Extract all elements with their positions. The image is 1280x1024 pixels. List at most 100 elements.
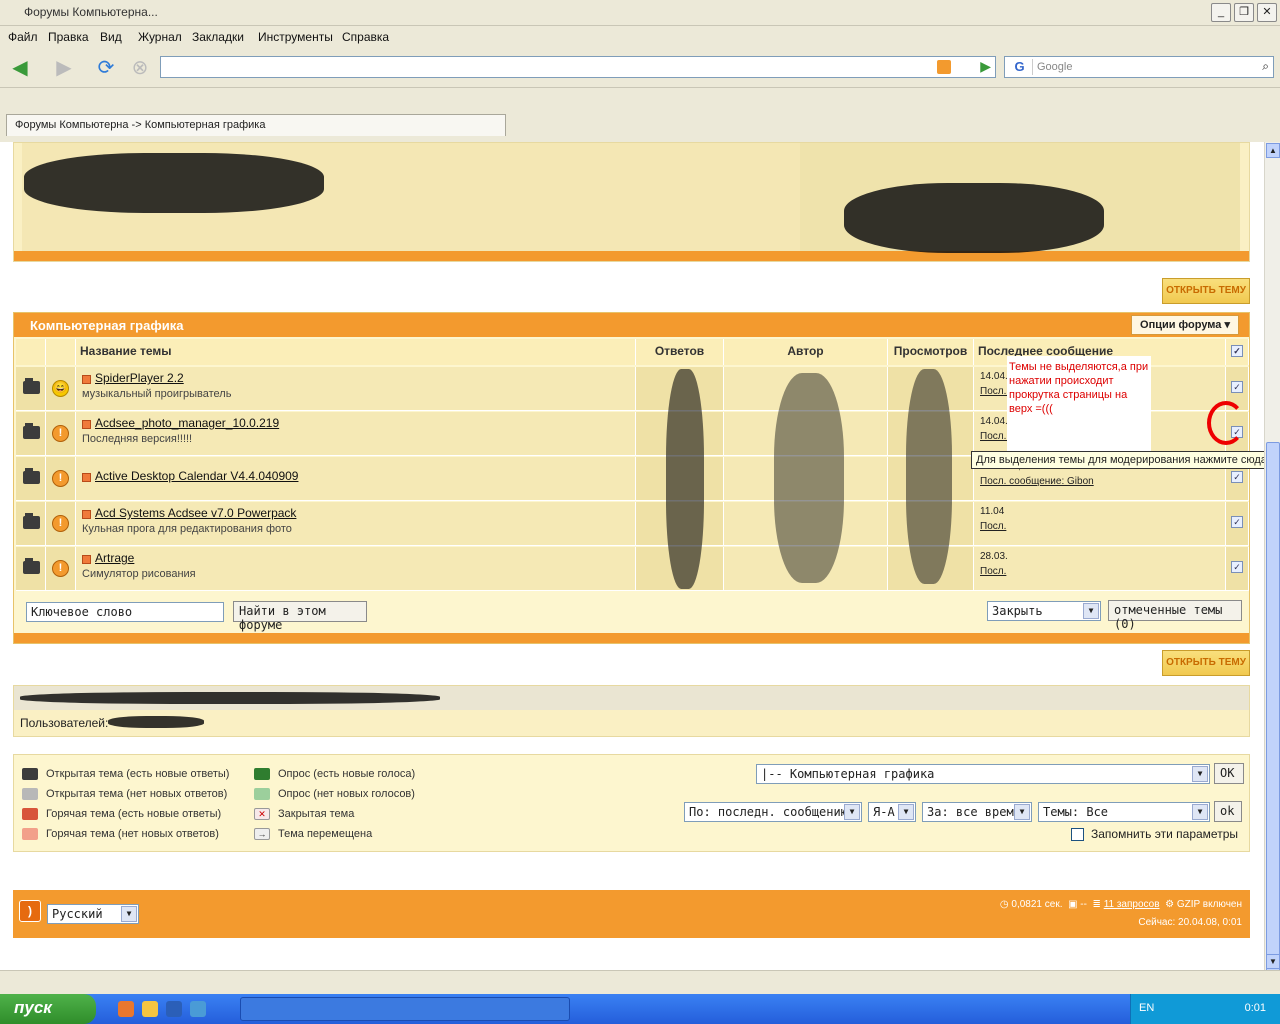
moderation-action-select[interactable]: Закрыть ▼ (987, 601, 1101, 621)
chevron-down-icon: ▼ (1014, 804, 1030, 820)
search-icon[interactable]: ⌕ (1262, 59, 1269, 74)
google-icon[interactable]: G (1007, 59, 1033, 75)
last-post-cell: 28.03. Посл. (974, 547, 1226, 591)
forum-jump-select[interactable]: |-- Компьютерная графика ▼ (756, 764, 1210, 784)
redaction-scribble (844, 183, 1104, 253)
table-row: ! Artrage Симулятор рисования 28.03. Посл.… (14, 547, 1249, 591)
redaction-scribble (774, 373, 844, 583)
maximize-button[interactable]: ❐ (1234, 3, 1254, 22)
poll-icon (254, 788, 270, 800)
search-box[interactable]: G Google ⌕ (1004, 56, 1274, 78)
topic-checkbox[interactable]: ✓ (1231, 381, 1243, 393)
reload-icon[interactable]: ⟳ (92, 56, 120, 80)
column-name[interactable]: Название темы (76, 339, 636, 365)
menu-tools[interactable]: Инструменты (258, 30, 333, 44)
legend-item: → Тема перемещена (254, 828, 372, 840)
app-icon[interactable] (142, 1001, 158, 1017)
back-icon[interactable]: ◀ (6, 56, 34, 80)
queries-link[interactable]: 11 запросов (1104, 899, 1160, 910)
folder-icon (23, 468, 40, 484)
menu-edit[interactable]: Правка (48, 30, 89, 44)
search-input[interactable]: Google (1037, 61, 1072, 73)
topic-name-cell: Acd Systems Acdsee v7.0 Powerpack Кульная… (76, 502, 636, 546)
topic-description: Симулятор рисования (82, 568, 196, 580)
chevron-down-icon: ▼ (898, 804, 914, 820)
topic-title-link[interactable]: SpiderPlayer 2.2 (95, 371, 184, 385)
taskbar-window-button[interactable] (240, 997, 570, 1021)
vertical-scrollbar[interactable]: ▲ ▼ (1264, 142, 1280, 1024)
firefox-icon[interactable] (118, 1001, 134, 1017)
topic-emoji-cell: ! (46, 457, 76, 501)
minimize-button[interactable]: _ (1211, 3, 1231, 22)
system-tray: EN 0:01 (1130, 994, 1280, 1024)
address-bar[interactable]: ▶ (160, 56, 996, 78)
folder-icon (23, 558, 40, 574)
sort-by-select[interactable]: По: последн. сообщению ▼ (684, 802, 862, 822)
last-post-link[interactable]: Посл. сообщение: Gibon (980, 476, 1219, 487)
warning-icon: ! (52, 470, 69, 487)
scroll-up-icon[interactable]: ▲ (1266, 143, 1280, 158)
column-views[interactable]: Просмотров (888, 339, 974, 365)
lock-icon: ✕ (254, 808, 270, 820)
annotation-text: Темы не выделяются,а при нажатии происхо… (1007, 356, 1151, 456)
stop-icon[interactable]: ⊗ (126, 56, 154, 80)
forum-options-button[interactable]: Опции форума ▾ (1131, 315, 1239, 335)
rss-icon[interactable]: ) (19, 900, 41, 922)
folder-icon (23, 423, 40, 439)
forum-jump-ok-button[interactable]: OK (1214, 763, 1244, 784)
close-button[interactable]: ✕ (1257, 3, 1277, 22)
tab-bar: Форумы Компьютерна -> Компьютерная графи… (0, 88, 1280, 142)
start-button[interactable]: пуск (0, 994, 96, 1024)
topics-filter-select[interactable]: Темы: Все ▼ (1038, 802, 1210, 822)
open-topic-button-bottom[interactable]: ОТКРЫТЬ ТЕМУ (1162, 650, 1250, 676)
keyword-input[interactable]: Ключевое слово (26, 602, 224, 622)
gzip-icon: ⚙ (1165, 899, 1175, 910)
topic-title-link[interactable]: Acdsee_photo_manager_10.0.219 (95, 416, 279, 430)
language-indicator[interactable]: EN (1139, 1002, 1154, 1014)
chevron-down-icon: ▼ (1192, 804, 1208, 820)
sort-order-select[interactable]: Я-А ▼ (868, 802, 916, 822)
menu-view[interactable]: Вид (100, 30, 122, 44)
go-icon[interactable]: ▶ (980, 58, 991, 75)
topic-status-cell (16, 457, 46, 501)
ie-icon[interactable] (190, 1001, 206, 1017)
topic-description: Кульная прога для редактирования фото (82, 523, 292, 535)
language-select[interactable]: Русский ▼ (47, 904, 139, 924)
column-answers[interactable]: Ответов (636, 339, 724, 365)
hot-icon (82, 554, 91, 564)
topic-checkbox[interactable]: ✓ (1231, 516, 1243, 528)
rss-feed-icon[interactable] (937, 60, 951, 74)
menu-help[interactable]: Справка (342, 30, 389, 44)
topic-checkbox[interactable]: ✓ (1231, 561, 1243, 573)
column-author[interactable]: Автор (724, 339, 888, 365)
last-post-link[interactable]: Посл. (980, 566, 1219, 577)
remember-label: Запомнить эти параметры (1091, 827, 1238, 841)
menu-bookmarks[interactable]: Закладки (192, 30, 244, 44)
topic-title-link[interactable]: Artrage (95, 551, 134, 565)
browser-tab[interactable]: Форумы Компьютерна -> Компьютерная графи… (6, 114, 506, 136)
topic-checkbox[interactable]: ✓ (1231, 471, 1243, 483)
open-topic-button[interactable]: ОТКРЫТЬ ТЕМУ (1162, 278, 1250, 304)
menu-history[interactable]: Журнал (138, 30, 182, 44)
search-forum-button[interactable]: Найти в этом форуме (233, 601, 367, 632)
menu-file[interactable]: Файл (8, 30, 38, 44)
legend-item: Опрос (есть новые голоса) (254, 768, 415, 780)
marked-topics-button[interactable]: отмеченные темы (0) (1108, 600, 1242, 631)
topic-emoji-cell: ! (46, 547, 76, 591)
topic-emoji-cell: ! (46, 502, 76, 546)
forward-icon[interactable]: ▶ (50, 56, 78, 80)
filter-ok-button[interactable]: ok (1214, 801, 1242, 822)
remember-checkbox[interactable] (1071, 828, 1084, 841)
topic-title-link[interactable]: Acd Systems Acdsee v7.0 Powerpack (95, 506, 296, 520)
select-all-checkbox[interactable]: ✓ (1231, 345, 1243, 357)
smile-icon: 😄 (52, 380, 69, 397)
users-label: Пользователей: (20, 716, 109, 730)
period-select[interactable]: За: все время ▼ (922, 802, 1032, 822)
topic-title-link[interactable]: Active Desktop Calendar V4.4.040909 (95, 469, 298, 483)
chevron-down-icon: ▼ (1192, 766, 1208, 782)
word-icon[interactable] (166, 1001, 182, 1017)
folder-icon (22, 768, 38, 780)
scroll-thumb[interactable] (1266, 442, 1280, 1024)
last-post-link[interactable]: Посл. (980, 521, 1219, 532)
scroll-down-icon[interactable]: ▼ (1266, 954, 1280, 969)
